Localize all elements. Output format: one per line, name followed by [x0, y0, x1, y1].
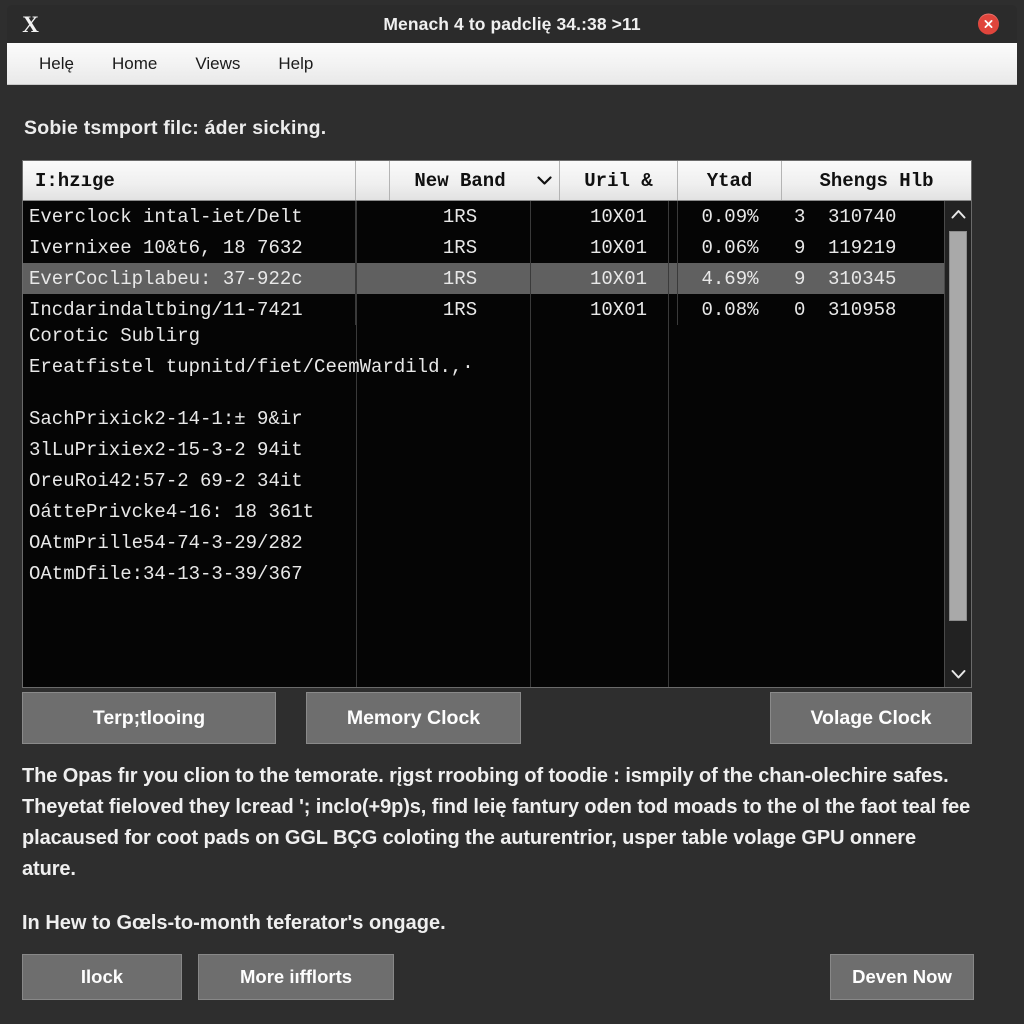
- voltage-clock-button[interactable]: Volage Clock: [770, 692, 972, 744]
- vertical-scrollbar[interactable]: [944, 201, 971, 687]
- column-header-shengs[interactable]: Shengs Hlb: [782, 161, 971, 200]
- cell-shengs: 3 310740: [782, 201, 971, 232]
- cell-drop-spacer: [530, 201, 560, 232]
- chevron-down-icon[interactable]: [530, 161, 560, 200]
- cell-spacer: [356, 232, 390, 263]
- menu-item-home[interactable]: Home: [98, 50, 171, 78]
- cell-shengs-b: 119219: [828, 236, 897, 259]
- cell-spacer: [356, 201, 390, 232]
- column-divider: [356, 201, 357, 687]
- memory-clock-button[interactable]: Memory Clock: [306, 692, 521, 744]
- close-icon[interactable]: [978, 13, 999, 35]
- cell-spacer: [356, 263, 390, 294]
- cell-shengs-b: 310345: [828, 267, 897, 290]
- cell-shengs: 9 310345: [782, 263, 971, 294]
- menu-item-help-1[interactable]: Helę: [25, 50, 88, 78]
- menu-bar: Helę Home Views Help: [7, 43, 1017, 85]
- cell-new-band: 1RS: [442, 298, 478, 321]
- cell-new-band: 1RS: [442, 205, 478, 228]
- data-table: I:hzıge New Band Uril & Ytad Shengs Hlb …: [22, 160, 972, 688]
- cell-image: EverCocliplabeu: 37-922c: [23, 263, 356, 294]
- list-item[interactable]: 3lLuPrixiex2-15-3-2 94it: [29, 439, 303, 461]
- cell-shengs-b: 310958: [828, 298, 897, 321]
- cell-new-band: 1RS: [442, 267, 478, 290]
- footer-button-bar: Ilock More iıfflorts Deven Now: [22, 954, 974, 1000]
- table-header-row: I:hzıge New Band Uril & Ytad Shengs Hlb: [23, 161, 971, 201]
- column-header-ytad[interactable]: Ytad: [678, 161, 782, 200]
- cell-image: Incdarindaltbing/11-7421: [23, 294, 356, 325]
- scroll-up-icon[interactable]: [945, 201, 971, 227]
- temp-throttling-button[interactable]: Terp;tlooing: [22, 692, 276, 744]
- window-title: Menach 4 to padclię 34.:38 >11: [383, 13, 641, 34]
- list-item[interactable]: Ereatfistel tupnitd/fiet/CeemWardild.,·: [29, 356, 474, 378]
- cell-uril: 10X01: [560, 294, 678, 325]
- scroll-down-icon[interactable]: [945, 661, 971, 687]
- cell-shengs-a: 0: [794, 298, 806, 321]
- column-divider: [668, 201, 669, 687]
- table-row[interactable]: Everclock intal-iet/Delt 1RS 10X01 0.09%…: [23, 201, 971, 232]
- list-item[interactable]: Corotic Sublirg: [29, 325, 200, 347]
- cell-shengs: 0 310958: [782, 294, 971, 325]
- cell-shengs: 9 119219: [782, 232, 971, 263]
- cell-ytad: 0.08%: [701, 298, 759, 321]
- cell-uril: 10X01: [560, 201, 678, 232]
- app-window: X Menach 4 to padclię 34.:38 >11 Helę Ho…: [0, 0, 1024, 1024]
- scrollbar-thumb[interactable]: [949, 231, 967, 621]
- list-item[interactable]: OAtmDfile:34-13-3-39/367: [29, 563, 303, 585]
- mid-button-bar: Terp;tlooing Memory Clock Volage Clock: [22, 692, 972, 744]
- cell-ytad: 0.06%: [701, 236, 759, 259]
- list-item[interactable]: OreuRoi42:57-2 69-2 34it: [29, 470, 303, 492]
- title-bar: X Menach 4 to padclię 34.:38 >11: [7, 5, 1017, 43]
- more-efforts-button[interactable]: More iıfflorts: [198, 954, 394, 1000]
- list-item[interactable]: OáttePrivcke4-16: 18 361t: [29, 501, 314, 523]
- table-body: Everclock intal-iet/Delt 1RS 10X01 0.09%…: [23, 201, 971, 687]
- column-header-spacer: [356, 161, 390, 200]
- note-text: In Hew to Gœls-to-month teferator's onga…: [22, 912, 446, 934]
- cell-shengs-a: 9: [794, 236, 806, 259]
- table-row-selected[interactable]: EverCocliplabeu: 37-922c 1RS 10X01 4.69%…: [23, 263, 971, 294]
- column-divider: [530, 201, 531, 687]
- menu-item-help-2[interactable]: Help: [264, 50, 327, 78]
- page-subtitle: Sobie tsmport filc: áder sicking.: [24, 117, 327, 139]
- cell-drop-spacer: [530, 232, 560, 263]
- column-header-uril[interactable]: Uril &: [560, 161, 678, 200]
- table-row[interactable]: Ivernixee 10&t6, 18 7632 1RS 10X01 0.06%…: [23, 232, 971, 263]
- cell-ytad: 0.09%: [701, 205, 759, 228]
- clock-button[interactable]: Ilock: [22, 954, 182, 1000]
- list-item[interactable]: SachPrixick2-14-1:± 9&ir: [29, 408, 303, 430]
- column-header-image[interactable]: I:hzıge: [23, 161, 356, 200]
- cell-shengs-b: 310740: [828, 205, 897, 228]
- cell-spacer: [356, 294, 390, 325]
- cell-image: Ivernixee 10&t6, 18 7632: [23, 232, 356, 263]
- list-item[interactable]: OAtmPrille54-74-3-29/282: [29, 532, 303, 554]
- description-paragraph: The Opas fır you clion to the temorate. …: [22, 765, 971, 880]
- deven-now-button[interactable]: Deven Now: [830, 954, 974, 1000]
- table-row[interactable]: Incdarindaltbing/11-7421 1RS 10X01 0.08%…: [23, 294, 971, 325]
- cell-new-band: 1RS: [442, 236, 478, 259]
- cell-drop-spacer: [530, 263, 560, 294]
- cell-shengs-a: 9: [794, 267, 806, 290]
- cell-drop-spacer: [530, 294, 560, 325]
- cell-uril: 10X01: [560, 232, 678, 263]
- scrollbar-track[interactable]: [945, 227, 971, 661]
- cell-ytad: 4.69%: [701, 267, 759, 290]
- cell-shengs-a: 3: [794, 205, 806, 228]
- cell-uril: 10X01: [560, 263, 678, 294]
- menu-item-views[interactable]: Views: [181, 50, 254, 78]
- cell-image: Everclock intal-iet/Delt: [23, 201, 356, 232]
- column-header-new-band[interactable]: New Band: [390, 161, 530, 200]
